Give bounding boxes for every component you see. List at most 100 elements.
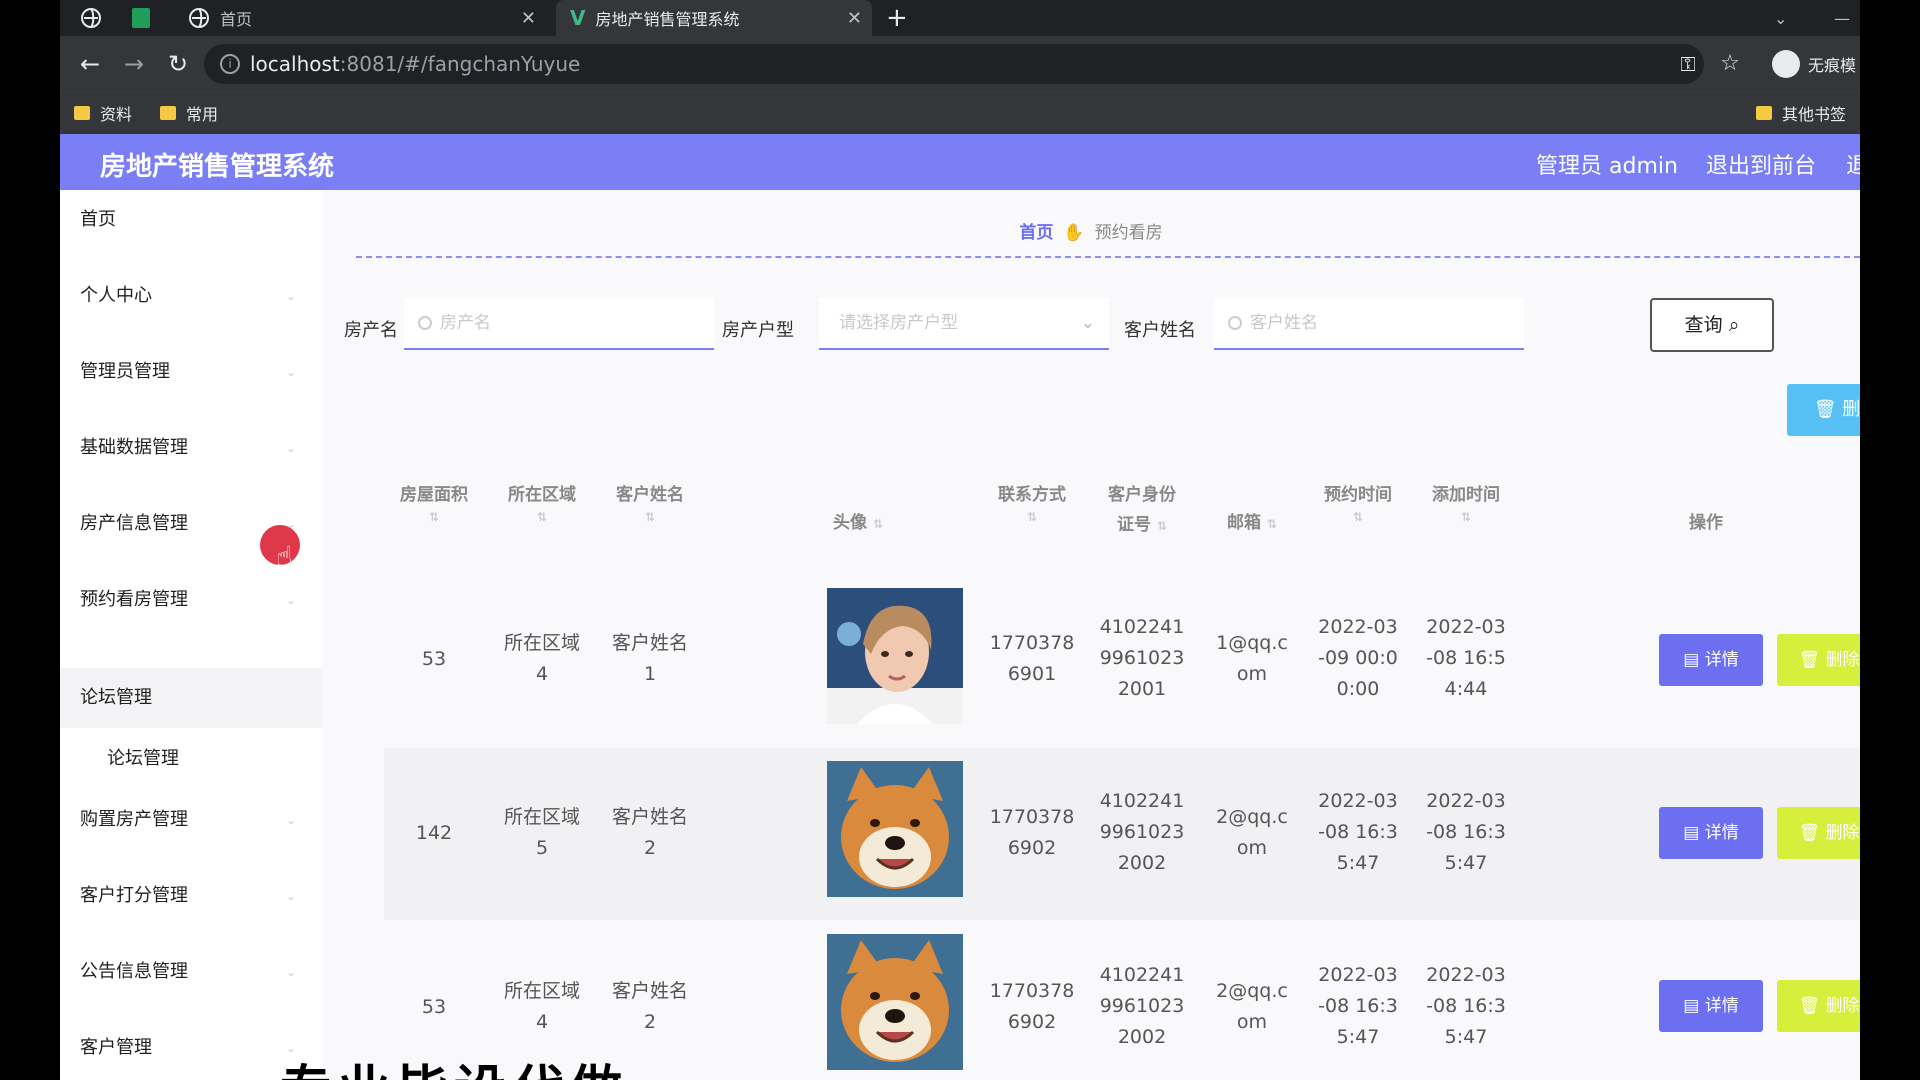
cell-line: -08 16:3	[1318, 821, 1398, 843]
cell-email: 2@qq.c om	[1202, 802, 1302, 864]
avatar[interactable]	[827, 761, 963, 897]
bookmark-folder[interactable]: 常用	[160, 101, 218, 125]
document-icon: ▤	[1683, 996, 1700, 1016]
name-label: 房产名	[344, 320, 398, 341]
col-header-avatar[interactable]: 头像 ⇅	[798, 508, 918, 539]
cell-line: 9961023	[1099, 647, 1185, 669]
cell-line: 2	[643, 837, 657, 859]
col-header-region[interactable]: 所在区域 ⇅	[492, 480, 592, 524]
delete-button[interactable]: 🗑 删除	[1777, 980, 1860, 1032]
new-tab-icon[interactable]: +	[886, 0, 908, 36]
name-input[interactable]: 房产名	[404, 298, 714, 350]
detail-button[interactable]: ▤ 详情	[1659, 634, 1763, 686]
col-header-id-card[interactable]: 客户身份 证号 ⇅	[1082, 480, 1202, 541]
detail-button[interactable]: ▤ 详情	[1659, 807, 1763, 859]
customer-input[interactable]: 客户姓名	[1214, 298, 1524, 350]
other-bookmarks[interactable]: 其他书签	[1756, 101, 1846, 125]
col-header-area[interactable]: 房屋面积 ⇅	[384, 480, 484, 524]
sidebar-item-notice[interactable]: 公告信息管理 ⌄	[60, 942, 322, 1002]
exit-front-link[interactable]: 退出到前台	[1706, 148, 1816, 180]
chevron-down-icon: ⌄	[1080, 313, 1095, 333]
close-icon[interactable]: ✕	[847, 8, 862, 29]
col-header-email[interactable]: 邮箱 ⇅	[1202, 508, 1302, 539]
chevron-down-icon: ⌄	[285, 593, 296, 607]
minimize-icon[interactable]: —	[1834, 0, 1850, 36]
cell-line: 6901	[1007, 663, 1057, 685]
sort-icon[interactable]: ⇅	[982, 510, 1082, 524]
key-icon[interactable]: ⚿	[1672, 48, 1704, 80]
cell-line: 2022-03	[1318, 616, 1398, 638]
sidebar-item-label: 客户打分管理	[80, 885, 188, 906]
cell-area: 142	[415, 822, 453, 844]
hand-cursor-icon: ☝	[276, 540, 294, 573]
breadcrumb-home[interactable]: 首页	[1019, 223, 1053, 243]
cell-line: 9961023	[1099, 995, 1185, 1017]
trash-icon: 🗑	[1798, 823, 1821, 843]
col-header-appoint-time[interactable]: 预约时间 ⇅	[1298, 480, 1418, 524]
col-header-add-time[interactable]: 添加时间 ⇅	[1406, 480, 1526, 524]
tab-home[interactable]: 首页 ✕	[176, 0, 546, 36]
info-icon[interactable]: i	[220, 54, 240, 74]
tab-label: 首页	[220, 10, 253, 29]
cell-line: 1770378	[989, 632, 1075, 654]
col-header-phone[interactable]: 联系方式 ⇅	[982, 480, 1082, 524]
input-placeholder: 客户姓名	[1250, 313, 1318, 333]
sidebar-item-base-data[interactable]: 基础数据管理 ⌄	[60, 418, 322, 478]
button-label: 删除	[1842, 399, 1860, 420]
sort-icon[interactable]: ⇅	[384, 510, 484, 524]
detail-button[interactable]: ▤ 详情	[1659, 980, 1763, 1032]
cell-line: 2@qq.c	[1216, 806, 1288, 828]
sidebar-item-home[interactable]: 首页	[60, 190, 322, 250]
sort-icon[interactable]: ⇅	[1267, 517, 1277, 531]
sort-icon[interactable]: ⇅	[873, 517, 883, 531]
tab-sales-system[interactable]: V 房地产销售管理系统 ✕	[556, 0, 872, 36]
star-icon[interactable]: ☆	[1714, 48, 1746, 80]
sidebar-item-purchase[interactable]: 购置房产管理 ⌄	[60, 790, 322, 850]
incognito-icon[interactable]	[1772, 50, 1800, 78]
sidebar-subitem-forum[interactable]: 论坛管理	[60, 734, 322, 784]
cell-customer: 客户姓名 2	[600, 802, 700, 864]
query-button[interactable]: 查询 ⌕	[1650, 298, 1774, 352]
search-icon	[418, 316, 432, 330]
bookmark-folder[interactable]: 资料	[74, 101, 132, 125]
cell-line: 5:47	[1336, 852, 1380, 874]
logout-link[interactable]: 退	[1846, 148, 1860, 180]
col-header-customer[interactable]: 客户姓名 ⇅	[600, 480, 700, 524]
sort-icon[interactable]: ⇅	[1298, 510, 1418, 524]
close-icon[interactable]: ✕	[521, 8, 536, 29]
forward-icon[interactable]: →	[118, 48, 150, 80]
tab-list-icon[interactable]: ⌄	[1774, 0, 1787, 36]
type-select[interactable]: 请选择房产户型 ⌄	[819, 298, 1109, 350]
cell-line: 5:47	[1336, 1026, 1380, 1048]
sidebar-item-profile[interactable]: 个人中心 ⌄	[60, 266, 322, 326]
sort-icon[interactable]: ⇅	[1157, 519, 1167, 533]
avatar[interactable]	[827, 588, 963, 724]
chevron-down-icon: ⌄	[285, 289, 296, 303]
sidebar-item-appointment[interactable]: 预约看房管理 ⌄	[60, 570, 322, 630]
sidebar-item-rating[interactable]: 客户打分管理 ⌄	[60, 866, 322, 926]
sort-icon[interactable]: ⇅	[492, 510, 592, 524]
globe-icon	[189, 8, 209, 28]
sidebar-item-forum[interactable]: 论坛管理	[60, 668, 322, 728]
browser-menu-icon[interactable]	[80, 0, 102, 36]
delete-button[interactable]: 🗑 删除	[1777, 634, 1860, 686]
batch-delete-button[interactable]: 🗑 删除	[1787, 384, 1860, 436]
cell-phone: 1770378 6902	[982, 976, 1082, 1038]
sidebar-item-admins[interactable]: 管理员管理 ⌄	[60, 342, 322, 402]
cell-area: 53	[421, 648, 447, 670]
cell-email: 1@qq.c om	[1202, 628, 1302, 690]
back-icon[interactable]: ←	[74, 48, 106, 80]
sheet-tab-icon[interactable]	[132, 0, 150, 36]
header-label: 所在区域	[508, 485, 576, 505]
delete-button[interactable]: 🗑 删除	[1777, 807, 1860, 859]
cell-line: 2022-03	[1318, 964, 1398, 986]
sort-icon[interactable]: ⇅	[1406, 510, 1526, 524]
reload-icon[interactable]: ↻	[162, 48, 194, 80]
address-bar[interactable]: i localhost:8081/#/fangchanYuyue	[204, 44, 1704, 84]
profile-label: 无痕模	[1808, 56, 1857, 75]
search-icon	[1228, 316, 1242, 330]
avatar[interactable]	[827, 934, 963, 1070]
sidebar-item-label: 公告信息管理	[80, 961, 188, 982]
sort-icon[interactable]: ⇅	[600, 510, 700, 524]
admin-label[interactable]: 管理员 admin	[1536, 148, 1678, 180]
